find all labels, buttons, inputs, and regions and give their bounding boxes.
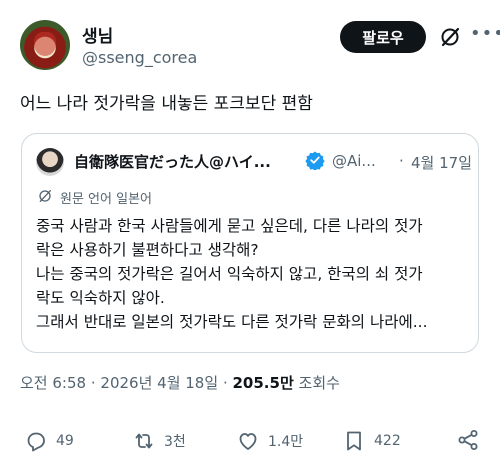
quote-line: 중국 사람과 한국 사람들에게 묻고 싶은데, 다른 나라의 젓가 [36, 217, 423, 235]
bookmark-icon [347, 431, 361, 451]
tweet-date[interactable]: 2026년 4월 18일 [100, 374, 218, 392]
bookmark-button[interactable]: 422 [342, 428, 401, 454]
like-icon [239, 433, 257, 450]
quote-line: 그래서 반대로 일본의 젓가락도 다른 젓가락 문화의 나라에... [36, 313, 428, 331]
meta-separator: · [222, 374, 228, 392]
reply-button[interactable]: 49 [24, 428, 74, 454]
bookmark-count: 422 [374, 433, 401, 449]
action-bar: 49 3천 1.4만 422 [20, 428, 480, 456]
quote-body: 중국 사람과 한국 사람들에게 묻고 싶은데, 다른 나라의 젓가 락은 사용하… [36, 214, 470, 334]
repost-button[interactable]: 3천 [132, 428, 186, 454]
repost-count: 3천 [164, 434, 186, 450]
author-name[interactable]: 생님 [82, 22, 113, 47]
verified-icon [305, 151, 325, 170]
translate-icon [39, 190, 51, 202]
views-label: 조회수 [298, 374, 340, 392]
repost-icon [135, 433, 153, 449]
tweet-header: 생님 @sseng_corea 팔로우 ••• [20, 18, 500, 74]
tweet-text: 어느 나라 젓가락을 내놓든 포크보단 편함 [20, 94, 313, 114]
tweet-meta: 오전 6:58 · 2026년 4월 18일 · 205.5만 조회수 [20, 372, 340, 393]
quote-line: 락은 사용하기 불편하다고 생각해? [36, 241, 259, 259]
more-icon[interactable]: ••• [470, 24, 500, 48]
quote-separator: · [399, 152, 404, 170]
tweet-time[interactable]: 오전 6:58 [20, 374, 86, 392]
quote-author-avatar[interactable] [36, 148, 64, 176]
quote-author-handle[interactable]: @Ai... [332, 152, 376, 170]
like-button[interactable]: 1.4만 [236, 428, 303, 454]
author-handle[interactable]: @sseng_corea [82, 48, 197, 67]
quote-line: 나는 중국의 젓가락은 길어서 익숙하지 않고, 한국의 쇠 젓가 [36, 265, 423, 283]
grok-icon[interactable] [438, 25, 462, 49]
quote-author-name[interactable]: 自衛隊医官だった人@ハイ... [74, 151, 271, 172]
meta-separator: · [90, 374, 96, 392]
quote-date[interactable]: 4월 17일 [411, 152, 472, 173]
views-count: 205.5만 [232, 374, 294, 392]
share-icon[interactable] [456, 428, 480, 452]
quoted-tweet[interactable]: 自衛隊医官だった人@ハイ... @Ai... · 4월 17일 원문 언어 일본… [21, 133, 479, 353]
like-count: 1.4만 [268, 434, 304, 450]
quote-line: 락도 익숙하지 않아. [36, 289, 165, 307]
reply-count: 49 [56, 433, 74, 449]
original-language-note[interactable]: 원문 언어 일본어 [60, 188, 152, 207]
follow-button[interactable]: 팔로우 [340, 21, 426, 53]
reply-icon [27, 432, 45, 452]
author-avatar[interactable] [20, 20, 70, 70]
